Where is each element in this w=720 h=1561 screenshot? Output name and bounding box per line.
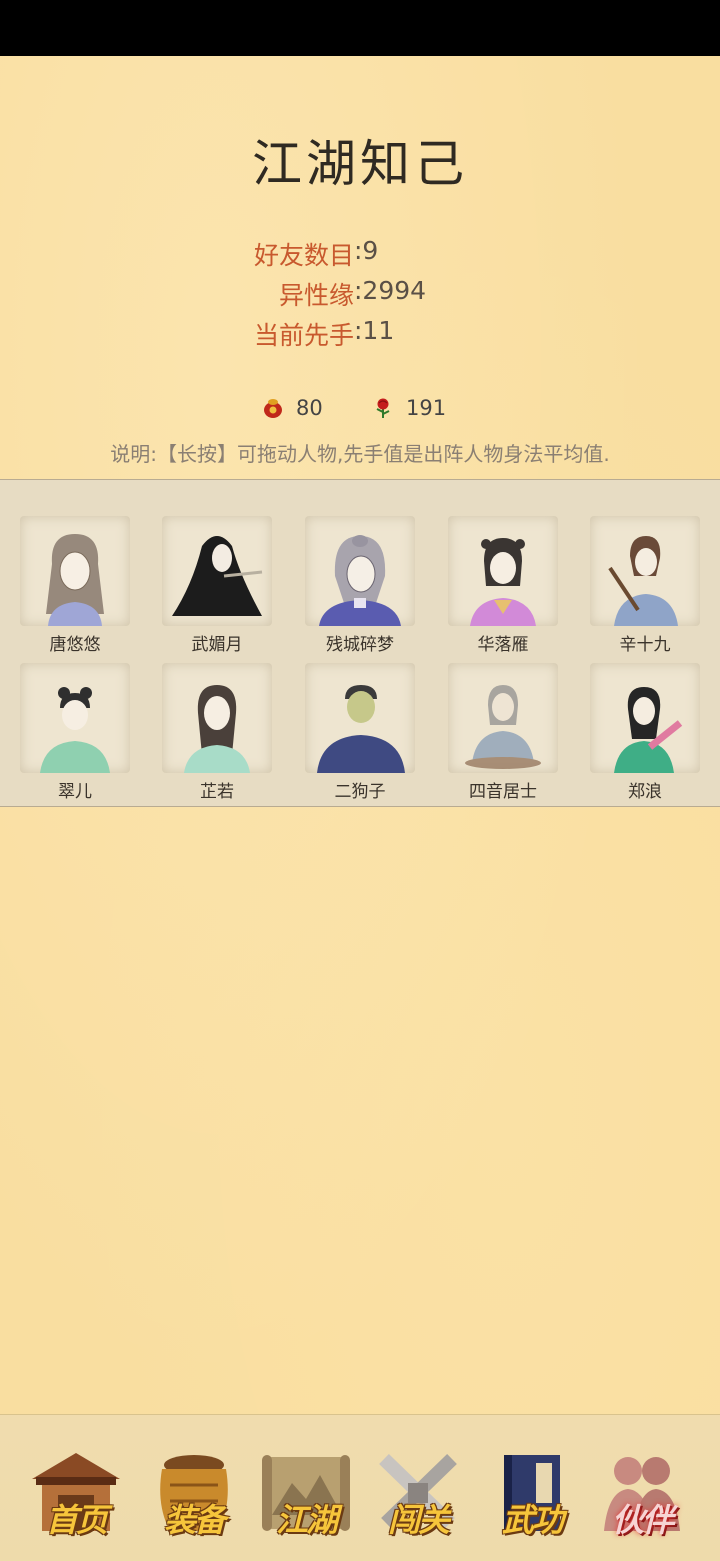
stat-value: :2994	[354, 276, 427, 305]
companion-portrait	[448, 516, 558, 626]
stat-label: 好友数目	[253, 241, 354, 270]
nav-label: 装备	[163, 1501, 226, 1539]
companion-card[interactable]: 残城碎梦	[305, 516, 415, 656]
companion-card[interactable]: 芷若	[162, 663, 272, 803]
companion-card[interactable]: 四音居士	[448, 663, 558, 803]
stat-friend-count: 好友数目 :9	[0, 236, 720, 272]
pouch-counter: 80	[262, 396, 323, 420]
companion-name: 唐悠悠	[49, 635, 101, 655]
companion-name: 四音居士	[469, 782, 537, 802]
stat-initiative: 当前先手 :11	[0, 316, 720, 352]
currency-bar: 80 191	[0, 396, 720, 428]
companion-portrait	[590, 516, 700, 626]
page-title: 江湖知己	[252, 135, 468, 193]
companion-name: 芷若	[200, 782, 234, 802]
nav-challenge[interactable]: 闯关	[370, 1435, 466, 1553]
stat-label: 异性缘	[278, 281, 354, 310]
nav-home[interactable]: 首页	[28, 1435, 124, 1553]
companion-name: 二狗子	[334, 782, 386, 802]
nav-label: 武功	[501, 1501, 564, 1539]
companion-card[interactable]: 唐悠悠	[20, 516, 130, 656]
companion-portrait	[305, 663, 415, 773]
stat-label: 当前先手	[253, 321, 354, 350]
companion-name: 郑浪	[628, 782, 662, 802]
rose-icon	[372, 397, 394, 419]
companion-portrait	[20, 516, 130, 626]
companion-name: 残城碎梦	[326, 635, 394, 655]
companion-card[interactable]: 郑浪	[590, 663, 700, 803]
pouch-value: 80	[296, 396, 323, 420]
companion-portrait	[305, 516, 415, 626]
rose-counter: 191	[372, 396, 446, 420]
companion-portrait	[162, 516, 272, 626]
nav-label: 首页	[45, 1501, 108, 1539]
status-bar	[0, 0, 720, 56]
stat-value: :11	[354, 316, 395, 345]
instruction-note: 说明:【长按】可拖动人物,先手值是出阵人物身法平均值.	[110, 442, 610, 466]
nav-label: 江湖	[275, 1501, 338, 1539]
companion-portrait	[590, 663, 700, 773]
companion-name: 华落雁	[477, 635, 529, 655]
companion-card[interactable]: 华落雁	[448, 516, 558, 656]
nav-martial-arts[interactable]: 武功	[484, 1435, 580, 1553]
companion-card[interactable]: 翠儿	[20, 663, 130, 803]
companion-name: 武媚月	[191, 635, 243, 655]
stat-value: :9	[354, 236, 379, 265]
companion-card[interactable]: 武媚月	[162, 516, 272, 656]
bottom-nav: 首页 装备 江湖 闯关 武功 伙伴	[0, 1414, 720, 1561]
companion-card[interactable]: 辛十九	[590, 516, 700, 656]
companions-page: 江湖知己 好友数目 :9 异性缘 :2994 当前先手 :11 80 191 说…	[0, 56, 720, 1561]
red-pouch-icon	[262, 397, 284, 419]
stat-romance: 异性缘 :2994	[0, 276, 720, 312]
companion-portrait	[448, 663, 558, 773]
companion-card[interactable]: 二狗子	[305, 663, 415, 803]
companion-grid: 唐悠悠 武媚月 残城碎梦 华落雁 辛十九 翠儿 芷若 二狗子 四音居士 郑浪	[0, 479, 720, 807]
companion-portrait	[162, 663, 272, 773]
nav-companions[interactable]: 伙伴	[594, 1435, 690, 1553]
rose-value: 191	[406, 396, 447, 420]
nav-equipment[interactable]: 装备	[146, 1435, 242, 1553]
nav-label: 闯关	[387, 1501, 450, 1539]
companion-name: 翠儿	[58, 782, 92, 802]
companion-portrait	[20, 663, 130, 773]
nav-label: 伙伴	[611, 1501, 674, 1539]
nav-world[interactable]: 江湖	[258, 1435, 354, 1553]
companion-name: 辛十九	[619, 635, 671, 655]
